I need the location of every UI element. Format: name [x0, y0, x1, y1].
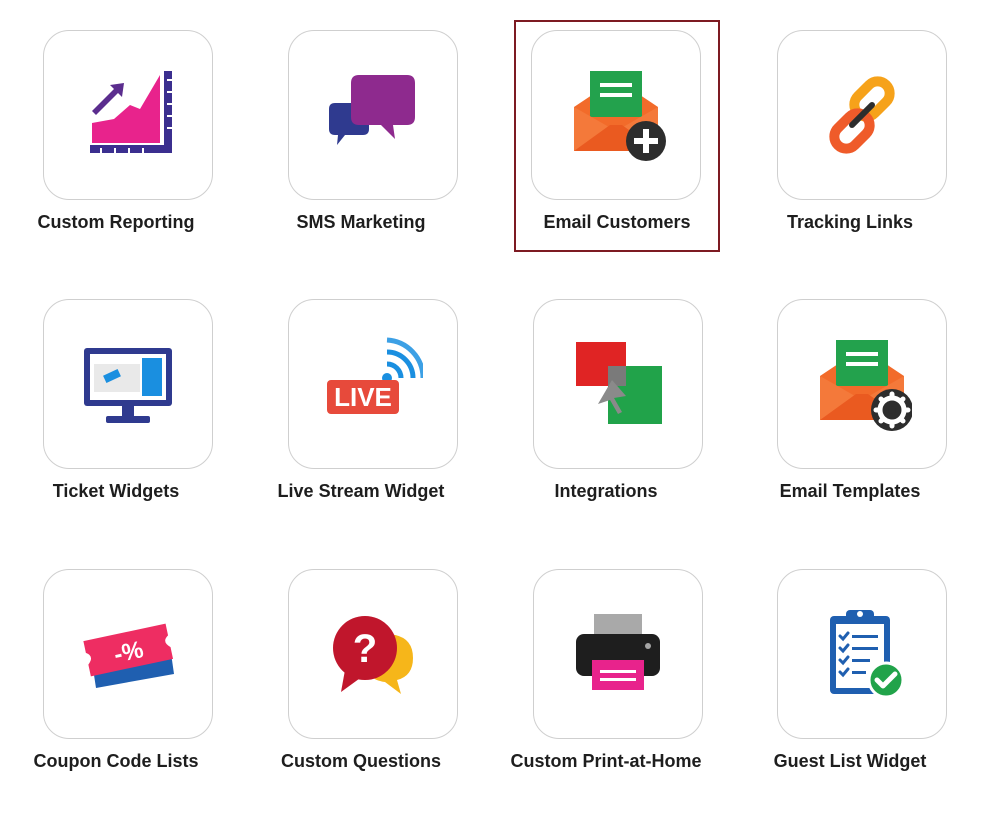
- printer-icon: [576, 614, 660, 690]
- tile-email-templates[interactable]: Email Templates: [750, 289, 950, 519]
- tile-icon-box: [777, 30, 947, 200]
- tile-label: Custom Reporting: [37, 212, 195, 232]
- tile-label: Guest List Widget: [773, 751, 927, 771]
- tile-label: Coupon Code Lists: [33, 751, 199, 771]
- monitor-icon: [84, 348, 172, 423]
- tile-custom-reporting[interactable]: Custom Reporting: [16, 20, 216, 250]
- tile-guest-list-widget[interactable]: Guest List Widget: [750, 559, 950, 789]
- tile-ticket-widgets[interactable]: Ticket Widgets: [16, 289, 216, 519]
- tile-icon-box: [43, 299, 213, 469]
- link-icon: [829, 76, 895, 154]
- question-bubble-icon: ?: [333, 616, 413, 694]
- live-text: LIVE: [334, 382, 392, 412]
- chart-icon: [90, 71, 172, 153]
- tile-custom-print-at-home[interactable]: Custom Print-at-Home: [506, 559, 706, 789]
- coupon-icon: -%: [83, 623, 174, 688]
- tile-icon-box: ?: [288, 569, 458, 739]
- tile-icon-box: [43, 30, 213, 200]
- email-add-icon: [574, 71, 666, 161]
- live-broadcast-icon: LIVE: [327, 337, 423, 414]
- tile-custom-questions[interactable]: ? Custom Questions: [261, 559, 461, 789]
- integrations-icon: [576, 342, 662, 424]
- tile-icon-box: [533, 569, 703, 739]
- tile-live-stream-widget[interactable]: LIVE Live Stream Widget: [261, 289, 461, 519]
- tile-email-customers[interactable]: Email Customers: [514, 20, 720, 252]
- tile-label: Custom Print-at-Home: [510, 751, 702, 771]
- tile-label: Live Stream Widget: [277, 481, 445, 501]
- tile-icon-box: [288, 30, 458, 200]
- tile-tracking-links[interactable]: Tracking Links: [750, 20, 950, 250]
- tile-label: Email Customers: [543, 212, 691, 232]
- chat-bubbles-icon: [329, 75, 415, 145]
- tile-label: Tracking Links: [786, 212, 914, 232]
- tile-icon-box: -%: [43, 569, 213, 739]
- tile-coupon-code-lists[interactable]: -% Coupon Code Lists: [16, 559, 216, 789]
- tile-sms-marketing[interactable]: SMS Marketing: [261, 20, 461, 250]
- tile-icon-box: [777, 569, 947, 739]
- clipboard-check-icon: [830, 610, 905, 699]
- tile-icon-box: [531, 30, 701, 200]
- tile-icon-box: [777, 299, 947, 469]
- tile-label: SMS Marketing: [296, 212, 426, 232]
- question-text: ?: [353, 627, 377, 671]
- tile-label: Integrations: [554, 481, 658, 501]
- tile-label: Ticket Widgets: [52, 481, 180, 501]
- tile-icon-box: LIVE: [288, 299, 458, 469]
- tile-label: Email Templates: [779, 481, 921, 501]
- tile-icon-box: [533, 299, 703, 469]
- email-settings-icon: [820, 340, 912, 431]
- tile-integrations[interactable]: Integrations: [506, 289, 706, 519]
- tile-label: Custom Questions: [280, 751, 441, 771]
